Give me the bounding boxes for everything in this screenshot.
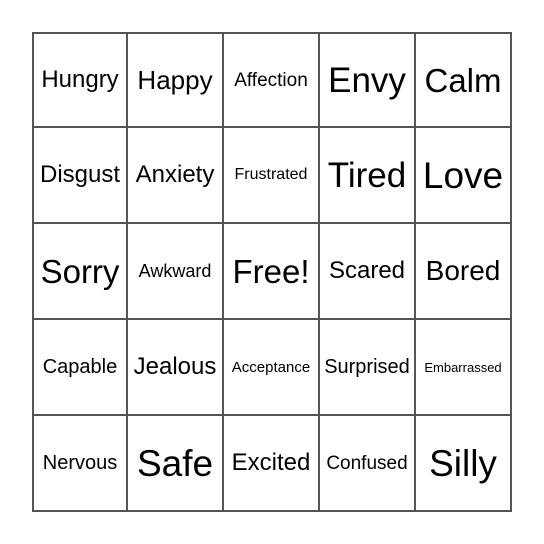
cell-label: Safe [136, 442, 214, 484]
bingo-cell[interactable]: Embarrassed [416, 320, 512, 416]
free-space-label: Free! [232, 252, 310, 290]
bingo-cell[interactable]: Calm [416, 32, 512, 128]
bingo-cell[interactable]: Capable [32, 320, 128, 416]
bingo-cell[interactable]: Disgust [32, 128, 128, 224]
bingo-cell[interactable]: Acceptance [224, 320, 320, 416]
cell-label: Envy [328, 60, 406, 100]
cell-label: Love [422, 154, 504, 196]
cell-label: Sorry [40, 252, 120, 290]
cell-label: Frustrated [234, 166, 308, 183]
cell-label: Nervous [42, 452, 118, 474]
bingo-cell[interactable]: Excited [224, 416, 320, 512]
cell-label: Excited [231, 449, 311, 476]
bingo-cell[interactable]: Nervous [32, 416, 128, 512]
bingo-cell[interactable]: Awkward [128, 224, 224, 320]
bingo-cell[interactable]: Confused [320, 416, 416, 512]
bingo-cell[interactable]: Envy [320, 32, 416, 128]
cell-label: Tired [327, 155, 407, 195]
bingo-cell[interactable]: Surprised [320, 320, 416, 416]
cell-label: Bored [425, 255, 501, 286]
cell-label: Capable [42, 356, 118, 378]
bingo-cell[interactable]: Silly [416, 416, 512, 512]
bingo-board: Hungry Happy Affection Envy Calm Disgust… [32, 32, 512, 512]
cell-label: Anxiety [135, 161, 215, 188]
bingo-cell[interactable]: Anxiety [128, 128, 224, 224]
cell-label: Acceptance [231, 358, 311, 376]
cell-label: Confused [326, 452, 408, 474]
cell-label: Embarrassed [424, 359, 502, 375]
cell-label: Disgust [39, 161, 121, 188]
cell-label: Awkward [138, 261, 212, 281]
cell-label: Surprised [324, 356, 410, 378]
cell-label: Affection [234, 69, 308, 91]
bingo-cell[interactable]: Happy [128, 32, 224, 128]
bingo-cell[interactable]: Tired [320, 128, 416, 224]
cell-label: Happy [137, 65, 213, 95]
bingo-cell[interactable]: Affection [224, 32, 320, 128]
bingo-cell[interactable]: Safe [128, 416, 224, 512]
cell-label: Hungry [41, 66, 119, 93]
bingo-cell[interactable]: Hungry [32, 32, 128, 128]
bingo-cell[interactable]: Scared [320, 224, 416, 320]
cell-label: Jealous [133, 353, 217, 380]
bingo-cell[interactable]: Frustrated [224, 128, 320, 224]
cell-label: Scared [328, 257, 406, 284]
bingo-cell[interactable]: Bored [416, 224, 512, 320]
bingo-cell[interactable]: Jealous [128, 320, 224, 416]
cell-label: Calm [424, 61, 502, 99]
bingo-cell free[interactable]: Free! [224, 224, 320, 320]
bingo-cell[interactable]: Love [416, 128, 512, 224]
cell-label: Silly [429, 442, 497, 484]
bingo-cell[interactable]: Sorry [32, 224, 128, 320]
